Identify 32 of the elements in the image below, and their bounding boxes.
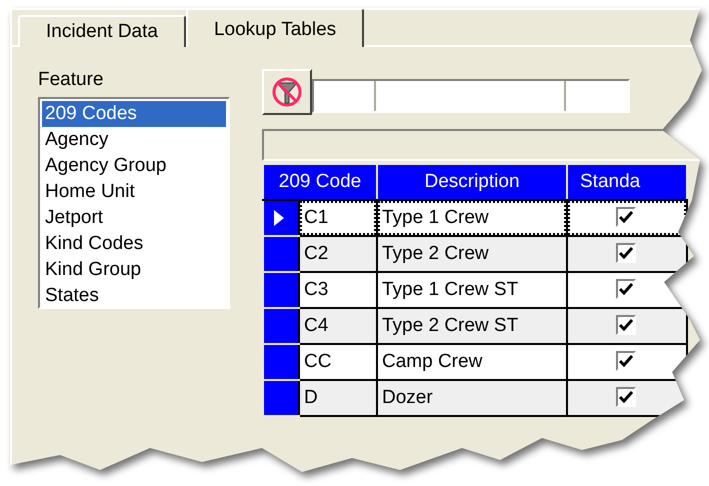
feature-label: Feature (38, 69, 104, 91)
table-cell: C3 (299, 272, 377, 308)
table-cell: C2 (299, 236, 377, 272)
table-cell: C1 (299, 200, 377, 236)
table-cell: Camp Crew (377, 344, 567, 380)
clear-filter-button[interactable] (262, 69, 312, 115)
feature-list[interactable]: 209 Codes Agency Agency Group Home Unit Jetport Kind Codes Kind Group States (38, 97, 230, 309)
table-cell: Type 1 Crew (377, 200, 567, 236)
checkbox[interactable] (616, 386, 636, 407)
tab[interactable]: Incident Data (18, 15, 186, 47)
current-row-icon (274, 210, 284, 226)
table-cell: Type 1 Crew ST (377, 272, 567, 308)
table-cell: Type 2 Crew ST (377, 308, 567, 344)
checkbox[interactable] (616, 242, 636, 263)
column-header[interactable]: Description (377, 164, 567, 200)
no-filter-icon (271, 76, 303, 108)
table-cell: Dozer (377, 380, 567, 416)
column-header[interactable]: Standa (567, 164, 687, 200)
checkbox[interactable] (616, 314, 636, 335)
row-selector[interactable] (263, 272, 299, 308)
row-selector[interactable] (263, 200, 299, 236)
row-selector[interactable] (263, 380, 299, 416)
column-header[interactable]: 209 Code (263, 164, 377, 200)
row-selector[interactable] (263, 344, 299, 380)
list-item[interactable]: 209 Codes (42, 101, 226, 127)
tab[interactable]: Lookup Tables (186, 8, 364, 47)
row-selector[interactable] (263, 236, 299, 272)
table-cell: C4 (299, 308, 377, 344)
table-cell: D (299, 380, 377, 416)
table-cell: CC (299, 344, 377, 380)
table-cell: Type 2 Crew (377, 236, 567, 272)
row-selector[interactable] (263, 308, 299, 344)
